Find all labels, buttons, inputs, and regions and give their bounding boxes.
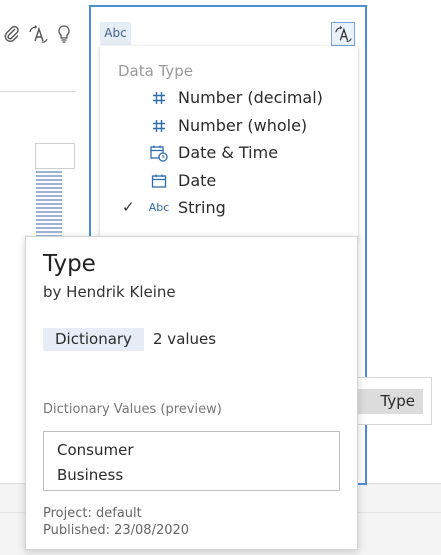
menu-item-string[interactable]: ✓ Abc String [104,195,354,221]
published-date: Published: 23/08/2020 [43,523,190,538]
string-type-icon: Abc [148,201,170,214]
preview-label: Dictionary Values (preview) [43,402,222,417]
pane-divider [0,91,76,92]
change-type-button[interactable] [331,22,355,46]
menu-item-date[interactable]: Date [104,168,354,194]
preview-value: Business [57,466,124,484]
preview-value: Consumer [57,441,134,459]
menu-item-number-decimal[interactable]: Number (decimal) [104,85,354,111]
lightbulb-icon[interactable] [54,24,74,44]
data-type-chip[interactable]: Abc [100,22,131,45]
menu-item-label: Number (whole) [178,116,308,135]
menu-item-label: String [178,198,226,217]
tooltip-author: by Hendrik Kleine [43,283,176,301]
menu-item-number-whole[interactable]: Number (whole) [104,113,354,139]
calendar-clock-icon [146,140,172,166]
type-field-chip[interactable]: Type [356,389,423,414]
menu-item-date-time[interactable]: Date & Time [104,140,354,166]
number-icon [146,85,172,111]
menu-item-label: Number (decimal) [178,88,323,107]
number-icon [146,113,172,139]
project-info: Project: default [43,506,142,521]
histogram-bars[interactable] [36,171,62,241]
paperclip-icon[interactable] [2,24,22,44]
checkmark-icon: ✓ [122,198,135,216]
menu-item-label: Date & Time [178,143,279,162]
calendar-icon [146,168,172,194]
dictionary-badge: Dictionary [43,328,144,351]
histogram-header-box [35,143,75,169]
tooltip-title: Type [43,251,96,277]
menu-item-label: Date [178,171,217,190]
change-type-icon[interactable] [28,24,48,44]
data-type-heading: Data Type [118,62,194,80]
value-count: 2 values [153,330,217,348]
